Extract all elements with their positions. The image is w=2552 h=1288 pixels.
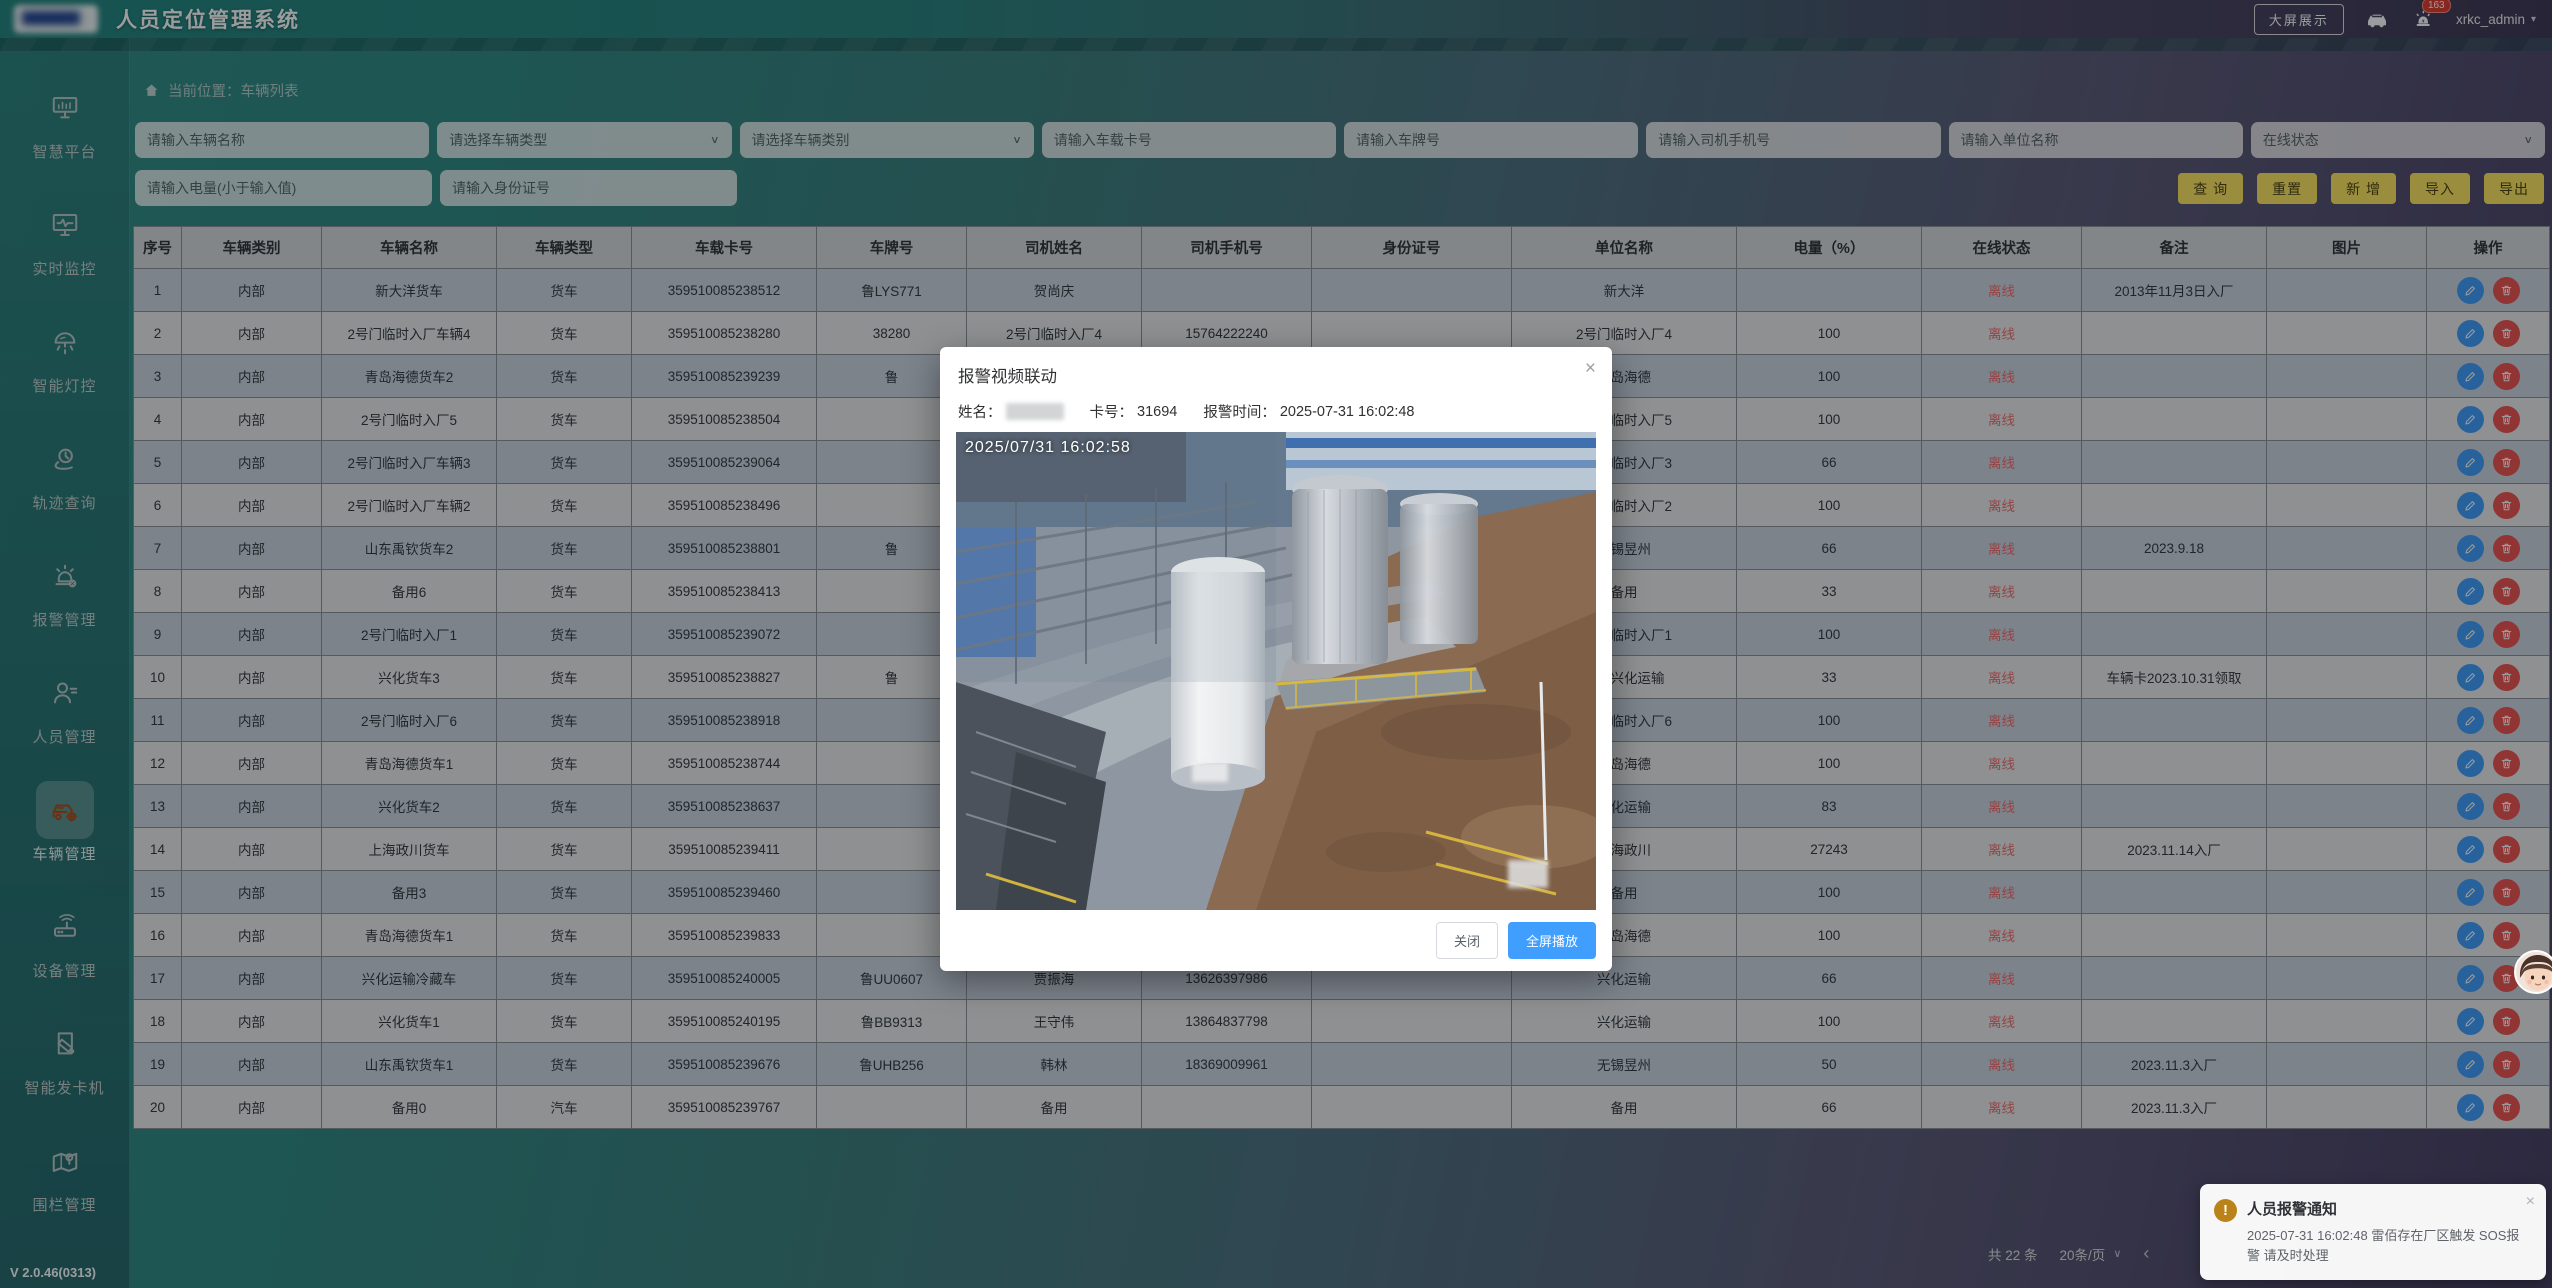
warning-icon: ! [2214,1199,2237,1222]
fullscreen-play-button[interactable]: 全屏播放 [1508,922,1596,959]
toast-close-icon[interactable]: × [2526,1194,2535,1210]
alarm-video-modal: 报警视频联动 × 姓名： 卡号： 31694 报警时间： 2025-07-31 … [940,347,1612,971]
modal-footer: 关闭 全屏播放 [956,922,1596,959]
card-number: 31694 [1137,404,1177,420]
video-timestamp: 2025/07/31 16:02:58 [965,439,1131,457]
redacted-name [1006,403,1064,420]
toast-body: 2025-07-31 16:02:48 雷佰存在厂区触发 SOS报警 请及时处理 [2247,1226,2520,1266]
alarm-info: 姓名： 卡号： 31694 报警时间： 2025-07-31 16:02:48 [956,397,1596,424]
modal-close-button[interactable]: 关闭 [1436,922,1498,959]
close-icon[interactable]: × [1585,359,1596,378]
alarm-time: 2025-07-31 16:02:48 [1280,404,1415,420]
toast-title: 人员报警通知 [2247,1198,2520,1219]
avatar-face-icon [2516,952,2552,994]
plant-scene [956,432,1596,910]
alarm-time-label: 报警时间： [1203,401,1276,422]
modal-title: 报警视频联动 [956,359,1596,397]
name-label: 姓名： [958,401,1002,422]
app-page: 人员定位管理系统 大屏展示 163 xrkc_admin ▾ 智慧平台 [0,0,2552,1288]
assistant-avatar[interactable] [2514,950,2552,994]
cctv-video-frame[interactable]: 2025/07/31 16:02:58 [956,432,1596,910]
alarm-toast: ! 人员报警通知 2025-07-31 16:02:48 雷佰存在厂区触发 SO… [2200,1184,2546,1280]
card-label: 卡号： [1090,401,1134,422]
